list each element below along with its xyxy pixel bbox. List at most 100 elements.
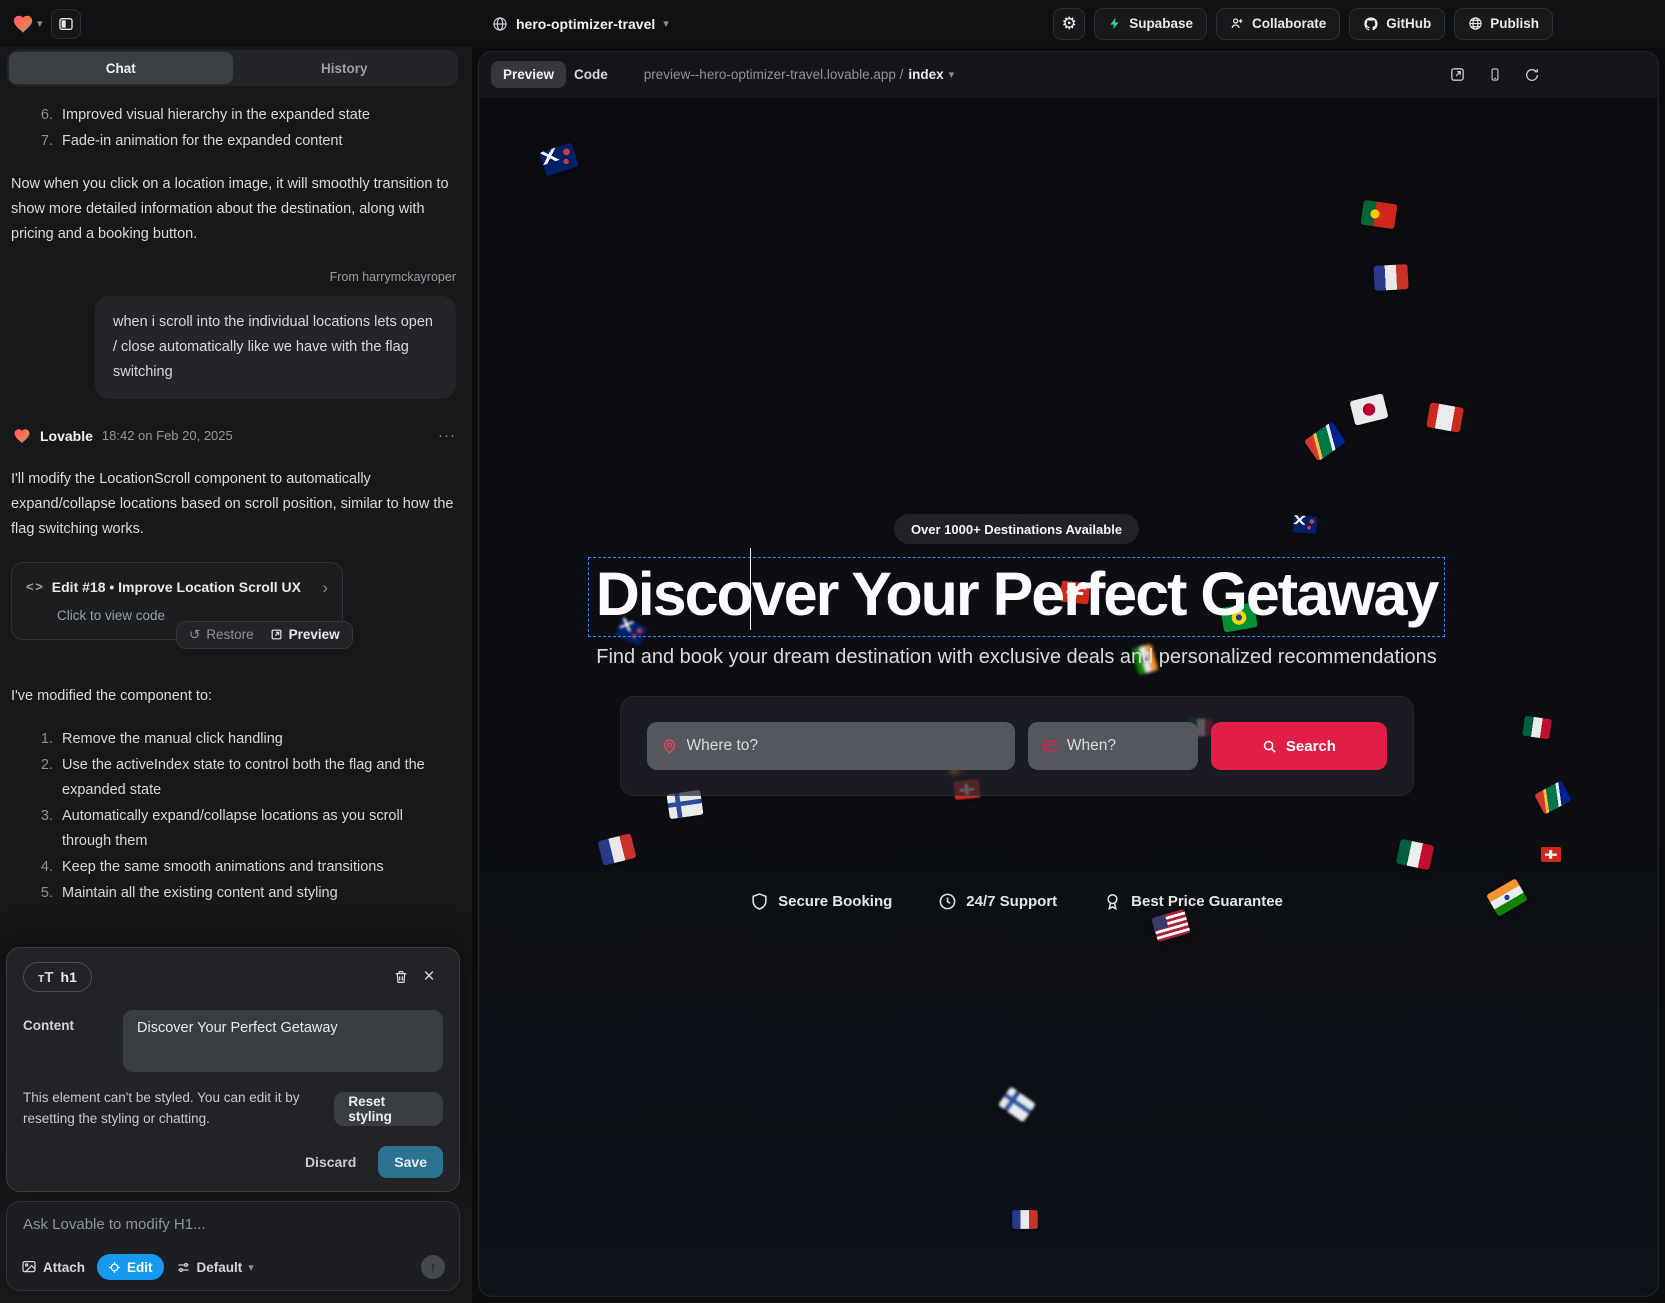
- feature-list-partial: 6.Improved visual hierarchy in the expan…: [11, 103, 456, 154]
- list-item: 7.Fade-in animation for the expanded con…: [11, 129, 456, 154]
- sidebar-tabs: Chat History: [7, 50, 458, 86]
- composer-input[interactable]: [23, 1216, 443, 1233]
- users-icon: [1230, 16, 1245, 31]
- panel-icon: [58, 16, 74, 32]
- settings-button[interactable]: ⚙: [1053, 8, 1085, 40]
- content-textarea[interactable]: Discover Your Perfect Getaway: [123, 1010, 443, 1072]
- destinations-badge: Over 1000+ Destinations Available: [894, 514, 1139, 544]
- send-button[interactable]: ↑: [421, 1255, 445, 1279]
- chat-composer: Attach Edit Default ▾ ↑: [6, 1201, 460, 1291]
- user-message-bubble: when i scroll into the individual locati…: [95, 296, 456, 399]
- award-icon: [1103, 892, 1122, 911]
- arrow-up-icon: ↑: [430, 1259, 437, 1275]
- tab-chat[interactable]: Chat: [9, 52, 233, 84]
- code-icon: < >: [26, 576, 42, 598]
- list-item: 6.Improved visual hierarchy in the expan…: [11, 103, 456, 128]
- external-link-icon: [270, 628, 283, 641]
- open-external-button[interactable]: [1449, 66, 1466, 83]
- feature-row: Secure Booking 24/7 Support Best Price G…: [750, 892, 1283, 911]
- discard-button[interactable]: Discard: [305, 1154, 356, 1170]
- edit-version-card[interactable]: < > Edit #18 • Improve Location Scroll U…: [11, 562, 343, 640]
- list-item: 5.Maintain all the existing content and …: [11, 881, 456, 906]
- typography-icon: тT: [38, 969, 54, 986]
- attach-button[interactable]: Attach: [21, 1259, 85, 1275]
- collaborate-button[interactable]: Collaborate: [1216, 8, 1340, 40]
- clock-icon: [938, 892, 957, 911]
- element-editor-panel: тT h1 × Content Discover Your Perfect Ge…: [6, 947, 460, 1192]
- preview-url[interactable]: preview--hero-optimizer-travel.lovable.a…: [644, 67, 954, 82]
- chat-sidebar: Chat History 6.Improved visual hierarchy…: [0, 47, 472, 1303]
- project-name: hero-optimizer-travel: [516, 16, 655, 32]
- search-button[interactable]: Search: [1211, 722, 1386, 770]
- edit-mode-pill[interactable]: Edit: [97, 1254, 164, 1280]
- preview-toolbar: Preview Code preview--hero-optimizer-tra…: [479, 52, 1658, 97]
- chevron-right-icon: ›: [322, 573, 328, 602]
- search-panel: Search: [620, 696, 1414, 796]
- globe-icon: [492, 16, 508, 32]
- chevron-down-icon: ▾: [37, 17, 43, 30]
- where-input[interactable]: [687, 737, 1001, 755]
- image-attach-icon: [21, 1259, 37, 1275]
- chevron-down-icon: ▾: [663, 17, 669, 30]
- chevron-down-icon: ▾: [949, 68, 955, 81]
- message-author-label: From harrymckayroper: [11, 267, 456, 289]
- preview-panel: Preview Code preview--hero-optimizer-tra…: [478, 51, 1659, 1297]
- gear-icon: ⚙: [1062, 14, 1077, 34]
- crosshair-icon: [108, 1261, 121, 1274]
- supabase-button[interactable]: Supabase: [1094, 8, 1207, 40]
- mobile-view-button[interactable]: [1488, 66, 1502, 83]
- lovable-heart-icon: [13, 427, 31, 445]
- feature-support: 24/7 Support: [938, 892, 1057, 911]
- hero-heading[interactable]: Discover Your Perfect Getaway: [596, 559, 1438, 629]
- save-button[interactable]: Save: [378, 1146, 443, 1178]
- styling-note: This element can't be styled. You can ed…: [23, 1088, 320, 1130]
- message-timestamp: 18:42 on Feb 20, 2025: [102, 425, 233, 447]
- top-bar: ▾ hero-optimizer-travel ▾ ⚙ Supabase: [0, 0, 1665, 47]
- project-switcher[interactable]: hero-optimizer-travel ▾: [492, 0, 669, 47]
- flag-france-icon: [1012, 1210, 1038, 1229]
- tab-code[interactable]: Code: [572, 61, 610, 88]
- sidebar-toggle-button[interactable]: [51, 9, 81, 39]
- sliders-icon: [176, 1260, 191, 1275]
- restore-button[interactable]: ↺ Restore: [189, 623, 254, 646]
- element-tag-pill[interactable]: тT h1: [23, 962, 92, 992]
- location-pin-icon: [661, 738, 678, 755]
- lovable-heart-icon: [12, 13, 34, 35]
- list-item: 2.Use the activeIndex state to control b…: [11, 753, 456, 803]
- github-icon: [1363, 16, 1379, 32]
- assistant-name: Lovable: [40, 424, 93, 448]
- assistant-paragraph: Now when you click on a location image, …: [11, 172, 456, 247]
- edit-card-actions: ↺ Restore Preview: [176, 621, 353, 649]
- when-input[interactable]: [1067, 737, 1184, 755]
- preview-button[interactable]: Preview: [270, 623, 340, 646]
- tab-history[interactable]: History: [233, 52, 457, 84]
- chat-scroll-area[interactable]: 6.Improved visual hierarchy in the expan…: [0, 91, 472, 991]
- text-caret: [750, 548, 752, 630]
- github-button[interactable]: GitHub: [1349, 8, 1445, 40]
- site-viewport: Over 1000+ Destinations Available Discov…: [480, 98, 1657, 1295]
- assistant-paragraph: I've modified the component to:: [11, 684, 456, 709]
- restore-icon: ↺: [189, 623, 200, 646]
- publish-button[interactable]: Publish: [1454, 8, 1553, 40]
- close-editor-button[interactable]: ×: [415, 963, 443, 991]
- delete-element-button[interactable]: [387, 963, 415, 991]
- tab-preview[interactable]: Preview: [491, 61, 566, 88]
- more-options-icon[interactable]: ···: [438, 423, 456, 449]
- hero-subtitle: Find and book your dream destination wit…: [596, 646, 1436, 669]
- chevron-down-icon: ▾: [248, 1261, 254, 1274]
- feature-best-price: Best Price Guarantee: [1103, 892, 1283, 911]
- refresh-button[interactable]: [1524, 67, 1540, 83]
- mode-selector[interactable]: Default ▾: [176, 1260, 254, 1275]
- edit-card-title: Edit #18 • Improve Location Scroll UX: [52, 575, 313, 599]
- where-field[interactable]: [647, 722, 1015, 770]
- reset-styling-button[interactable]: Reset styling: [334, 1092, 443, 1126]
- lovable-logo-menu[interactable]: ▾: [12, 13, 43, 35]
- selected-heading-wrap[interactable]: Discover Your Perfect Getaway: [588, 557, 1446, 637]
- search-icon: [1262, 739, 1277, 754]
- list-item: 4.Keep the same smooth animations and tr…: [11, 855, 456, 880]
- page-selector[interactable]: index: [908, 67, 943, 82]
- when-field[interactable]: [1028, 722, 1198, 770]
- flag-finland-icon: [998, 1087, 1036, 1123]
- supabase-icon: [1108, 16, 1122, 31]
- list-item: 1.Remove the manual click handling: [11, 727, 456, 752]
